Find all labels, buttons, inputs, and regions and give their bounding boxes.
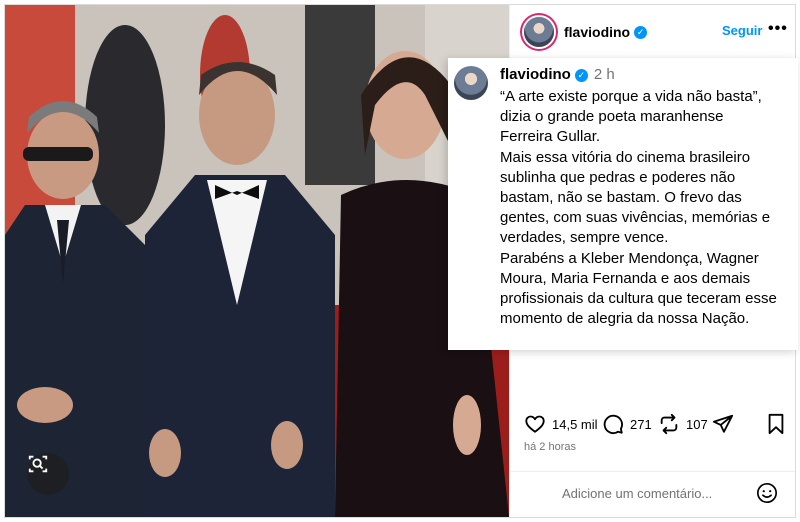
action-bar: 14,5 mil 271 107 <box>510 413 795 443</box>
caption-avatar[interactable] <box>454 66 488 100</box>
repost-icon[interactable] <box>658 413 680 435</box>
repost-action: 107 <box>658 413 708 435</box>
like-count[interactable]: 14,5 mil <box>552 417 598 432</box>
caption-username[interactable]: flaviodino <box>500 66 571 83</box>
header-username-wrap: flaviodino ✓ <box>564 24 648 42</box>
heart-icon[interactable] <box>524 413 546 435</box>
avatar[interactable] <box>524 17 554 47</box>
comment-composer: Adicione um comentário... <box>510 471 795 517</box>
send-icon[interactable] <box>712 413 734 435</box>
comment-count[interactable]: 271 <box>630 417 652 432</box>
post-header: flaviodino ✓ Seguir ••• <box>510 5 795 60</box>
repost-count[interactable]: 107 <box>686 417 708 432</box>
save-action <box>766 413 786 435</box>
visual-search-icon <box>28 455 48 473</box>
username[interactable]: flaviodino <box>564 24 630 40</box>
bookmark-icon[interactable] <box>766 413 786 435</box>
caption-header: flaviodino ✓ 2 h <box>500 66 615 83</box>
verified-badge-icon: ✓ <box>574 68 588 82</box>
post-timestamp[interactable]: há 2 horas <box>524 441 576 453</box>
caption-card: flaviodino ✓ 2 h “A arte existe porque a v… <box>448 58 798 350</box>
visual-search-button[interactable] <box>27 453 69 495</box>
composer-spacer <box>524 482 550 508</box>
post-photo[interactable] <box>5 5 509 517</box>
photo-illustration <box>5 5 509 517</box>
caption-time[interactable]: 2 h <box>594 66 615 83</box>
verified-badge-icon: ✓ <box>634 26 648 40</box>
comment-bubble-icon[interactable] <box>602 413 624 435</box>
like-action: 14,5 mil <box>524 413 598 435</box>
comment-action: 271 <box>602 413 652 435</box>
follow-button[interactable]: Seguir <box>722 23 762 38</box>
more-options-icon[interactable]: ••• <box>768 20 788 38</box>
emoji-icon[interactable] <box>756 482 778 504</box>
share-action <box>712 413 734 435</box>
comment-input[interactable]: Adicione um comentário... <box>562 486 712 501</box>
caption-text: “A arte existe porque a vida não basta”,… <box>500 88 777 328</box>
